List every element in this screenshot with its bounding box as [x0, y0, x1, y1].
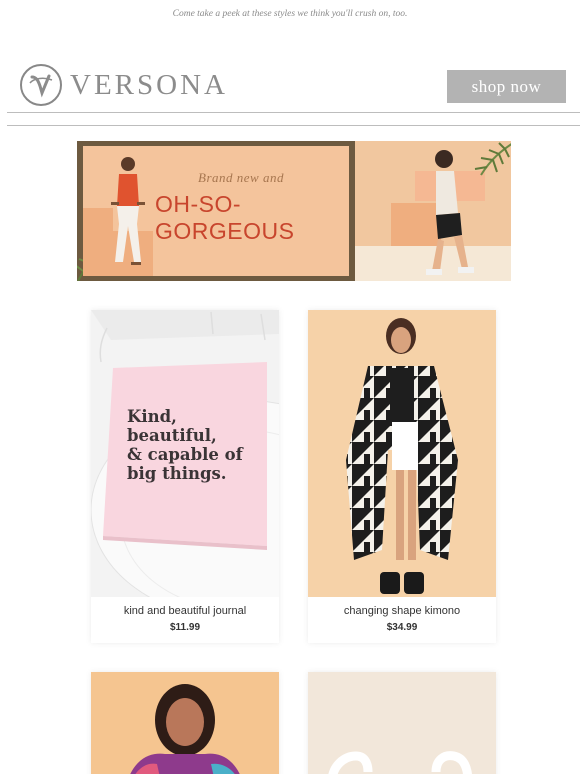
banner-frame: Brand new and OH-SO-GORGEOUS: [77, 141, 355, 281]
product-image-partial: [308, 672, 496, 774]
divider-bottom: [7, 125, 580, 126]
brand-logo[interactable]: VERSONA: [20, 64, 228, 106]
product-name[interactable]: kind and beautiful journal: [91, 605, 279, 617]
journal-line: Kind,: [127, 407, 177, 426]
shop-now-button[interactable]: shop now: [447, 70, 566, 103]
kimono-model: [308, 310, 496, 597]
hero-banner[interactable]: Brand new and OH-SO-GORGEOUS: [77, 141, 511, 281]
journal-line: & capable of: [127, 445, 243, 464]
banner-photo-right: [355, 141, 511, 281]
product-price: $11.99: [169, 622, 201, 633]
banner-headline: OH-SO-GORGEOUS: [155, 191, 295, 244]
journal-cover-text: Kind, beautiful, & capable of big things…: [127, 407, 243, 483]
product-image-partial: [91, 672, 279, 774]
journal-line: beautiful,: [127, 426, 217, 445]
product-image-kimono[interactable]: [308, 310, 496, 597]
palm-leaf-icon: [474, 142, 511, 176]
product-price: $34.99: [386, 622, 418, 633]
product-card-kimono[interactable]: changing shape kimono $34.99: [308, 310, 496, 643]
banner-inner-panel: Brand new and OH-SO-GORGEOUS: [83, 146, 349, 276]
banner-script-text: Brand new and: [198, 170, 284, 185]
journal-line: big things.: [127, 464, 227, 483]
logo-v-icon: [29, 74, 53, 98]
brand-name: VERSONA: [70, 68, 228, 101]
product-card-partial[interactable]: [308, 672, 496, 774]
product-image-journal[interactable]: Kind, beautiful, & capable of big things…: [91, 310, 279, 597]
model-figure-left: [111, 157, 145, 265]
logo-monogram-icon: [20, 64, 62, 106]
product-name[interactable]: changing shape kimono: [308, 605, 496, 617]
divider-top: [7, 112, 580, 113]
product-card-partial[interactable]: [91, 672, 279, 774]
product-card-journal[interactable]: Kind, beautiful, & capable of big things…: [91, 310, 279, 643]
preheader-text: Come take a peek at these styles we thin…: [172, 9, 408, 19]
header: VERSONA shop now: [0, 62, 580, 112]
